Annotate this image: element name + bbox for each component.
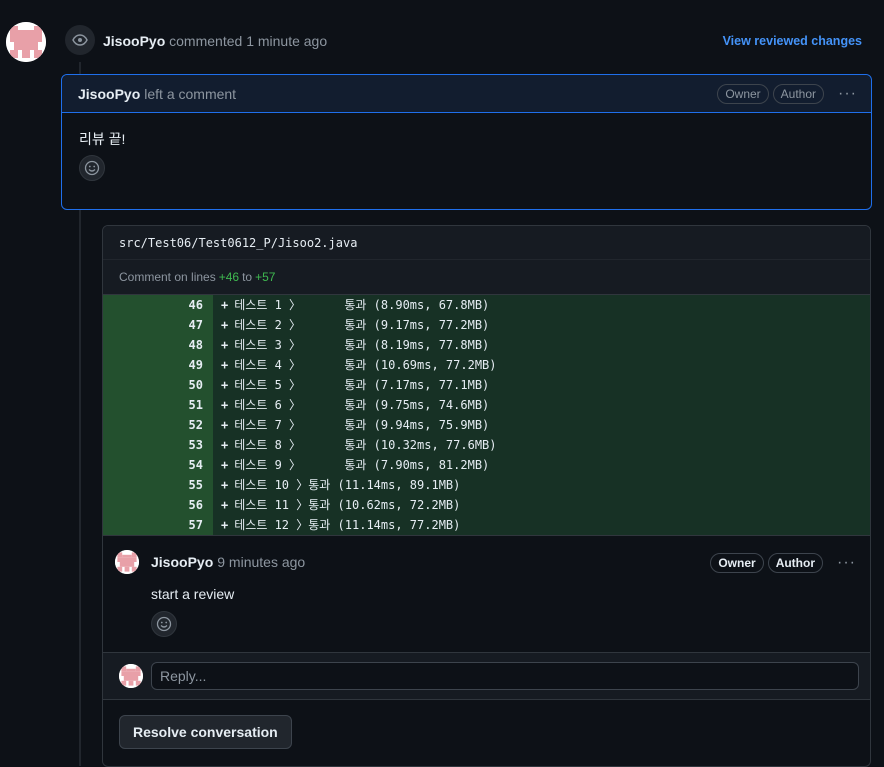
line-number: 52 bbox=[103, 415, 213, 435]
diff-row: 57 + 테스트 12 〉통과 (11.14ms, 77.2MB) bbox=[103, 515, 870, 535]
diff-row: 49 + 테스트 4 〉 통과 (10.69ms, 77.2MB) bbox=[103, 355, 870, 375]
line-number: 54 bbox=[103, 455, 213, 475]
reply-input[interactable]: Reply... bbox=[151, 662, 859, 690]
event-time[interactable]: 1 minute ago bbox=[246, 33, 327, 49]
comment-action: left a comment bbox=[144, 85, 237, 102]
diff-code: 테스트 2 〉 통과 (9.17ms, 77.2MB) bbox=[234, 318, 490, 332]
diff-code: 테스트 6 〉 통과 (9.75ms, 74.6MB) bbox=[234, 398, 490, 412]
smiley-icon bbox=[84, 160, 100, 176]
event-action: commented bbox=[169, 33, 243, 49]
line-number: 53 bbox=[103, 435, 213, 455]
resolve-conversation-button[interactable]: Resolve conversation bbox=[119, 715, 292, 749]
author-badge: Author bbox=[767, 553, 824, 573]
thread-reply: JisooPyo 9 minutes ago Owner Author ··· … bbox=[103, 535, 870, 652]
current-user-avatar bbox=[119, 664, 143, 688]
comment-author-link[interactable]: JisooPyo bbox=[78, 86, 140, 102]
diff-row: 53 + 테스트 8 〉 통과 (10.32ms, 77.6MB) bbox=[103, 435, 870, 455]
event-line: JisooPyo commented 1 minute ago bbox=[103, 33, 327, 49]
line-number: 46 bbox=[103, 295, 213, 315]
diff-code: 테스트 7 〉 통과 (9.94ms, 75.9MB) bbox=[234, 418, 490, 432]
diff-row: 51 + 테스트 6 〉 통과 (9.75ms, 74.6MB) bbox=[103, 395, 870, 415]
lines-to: to bbox=[242, 270, 253, 284]
review-comment-box: JisooPyo left a comment Owner Author ···… bbox=[61, 74, 872, 210]
reply-badges: Owner Author ··· bbox=[710, 553, 856, 573]
comment-body: 리뷰 끝! bbox=[79, 131, 126, 147]
diff-table: 46 + 테스트 1 〉 통과 (8.90ms, 67.8MB) 47 + 테스트 2 … bbox=[103, 294, 870, 535]
diff-row: 54 + 테스트 9 〉 통과 (7.90ms, 81.2MB) bbox=[103, 455, 870, 475]
diff-row: 47 + 테스트 2 〉 통과 (9.17ms, 77.2MB) bbox=[103, 315, 870, 335]
lines-prefix: Comment on lines bbox=[119, 270, 216, 284]
plus-marker: + bbox=[221, 398, 229, 412]
author-badge: Author bbox=[772, 84, 825, 104]
diff-row: 50 + 테스트 5 〉 통과 (7.17ms, 77.1MB) bbox=[103, 375, 870, 395]
identicon-avatar-icon bbox=[115, 550, 139, 574]
diff-code: 테스트 9 〉 통과 (7.90ms, 81.2MB) bbox=[234, 458, 490, 472]
smiley-icon bbox=[156, 616, 172, 632]
event-author-link[interactable]: JisooPyo bbox=[103, 33, 165, 49]
owner-badge: Owner bbox=[717, 84, 769, 104]
add-reaction-button[interactable] bbox=[79, 155, 105, 181]
diff-code: 테스트 4 〉 통과 (10.69ms, 77.2MB) bbox=[234, 358, 497, 372]
reply-body: start a review bbox=[151, 586, 235, 602]
line-number: 50 bbox=[103, 375, 213, 395]
owner-badge: Owner bbox=[710, 553, 764, 573]
line-number: 56 bbox=[103, 495, 213, 515]
plus-marker: + bbox=[221, 318, 229, 332]
reply-time[interactable]: 9 minutes ago bbox=[217, 554, 305, 570]
diff-code: 테스트 10 〉통과 (11.14ms, 89.1MB) bbox=[234, 478, 461, 492]
diff-code: 테스트 8 〉 통과 (10.32ms, 77.6MB) bbox=[234, 438, 497, 452]
diff-code: 테스트 12 〉통과 (11.14ms, 77.2MB) bbox=[234, 518, 461, 532]
view-reviewed-changes-link[interactable]: View reviewed changes bbox=[723, 34, 862, 48]
diff-row: 48 + 테스트 3 〉 통과 (8.19ms, 77.8MB) bbox=[103, 335, 870, 355]
reply-avatar[interactable] bbox=[115, 550, 139, 574]
line-start: +46 bbox=[218, 270, 240, 284]
plus-marker: + bbox=[221, 338, 229, 352]
diff-code: 테스트 5 〉 통과 (7.17ms, 77.1MB) bbox=[234, 378, 490, 392]
review-event-badge bbox=[65, 25, 95, 55]
diff-code: 테스트 11 〉통과 (10.62ms, 72.2MB) bbox=[234, 498, 461, 512]
eye-icon bbox=[72, 34, 88, 46]
plus-marker: + bbox=[221, 378, 229, 392]
plus-marker: + bbox=[221, 498, 229, 512]
user-avatar[interactable] bbox=[6, 22, 46, 62]
plus-marker: + bbox=[221, 478, 229, 492]
reply-author-link[interactable]: JisooPyo bbox=[151, 554, 213, 570]
add-reaction-button[interactable] bbox=[151, 611, 177, 637]
diff-row: 56 + 테스트 11 〉통과 (10.62ms, 72.2MB) bbox=[103, 495, 870, 515]
diff-code: 테스트 1 〉 통과 (8.90ms, 67.8MB) bbox=[234, 298, 490, 312]
plus-marker: + bbox=[221, 298, 229, 312]
plus-marker: + bbox=[221, 518, 229, 532]
line-number: 48 bbox=[103, 335, 213, 355]
review-thread: src/Test06/Test0612_P/Jisoo2.java Commen… bbox=[102, 225, 871, 767]
plus-marker: + bbox=[221, 438, 229, 452]
file-path-header[interactable]: src/Test06/Test0612_P/Jisoo2.java bbox=[103, 226, 870, 260]
comment-header: JisooPyo left a comment Owner Author ··· bbox=[62, 75, 871, 113]
reply-input-row: Reply... bbox=[103, 652, 870, 700]
diff-row: 55 + 테스트 10 〉통과 (11.14ms, 89.1MB) bbox=[103, 475, 870, 495]
plus-marker: + bbox=[221, 358, 229, 372]
diff-row: 46 + 테스트 1 〉 통과 (8.90ms, 67.8MB) bbox=[103, 295, 870, 315]
diff-code: 테스트 3 〉 통과 (8.19ms, 77.8MB) bbox=[234, 338, 490, 352]
identicon-avatar-icon bbox=[6, 22, 46, 62]
file-path[interactable]: src/Test06/Test0612_P/Jisoo2.java bbox=[119, 236, 357, 250]
diff-row: 52 + 테스트 7 〉 통과 (9.94ms, 75.9MB) bbox=[103, 415, 870, 435]
line-end: +57 bbox=[255, 270, 276, 284]
plus-marker: + bbox=[221, 418, 229, 432]
comment-lines-info: Comment on lines +46 to +57 bbox=[103, 260, 870, 294]
kebab-menu-icon[interactable]: ··· bbox=[837, 554, 856, 572]
kebab-menu-icon[interactable]: ··· bbox=[838, 85, 857, 103]
identicon-avatar-icon bbox=[119, 664, 143, 688]
line-number: 51 bbox=[103, 395, 213, 415]
line-number: 57 bbox=[103, 515, 213, 535]
comment-badges: Owner Author ··· bbox=[717, 84, 857, 104]
plus-marker: + bbox=[221, 458, 229, 472]
line-number: 55 bbox=[103, 475, 213, 495]
line-number: 47 bbox=[103, 315, 213, 335]
line-number: 49 bbox=[103, 355, 213, 375]
